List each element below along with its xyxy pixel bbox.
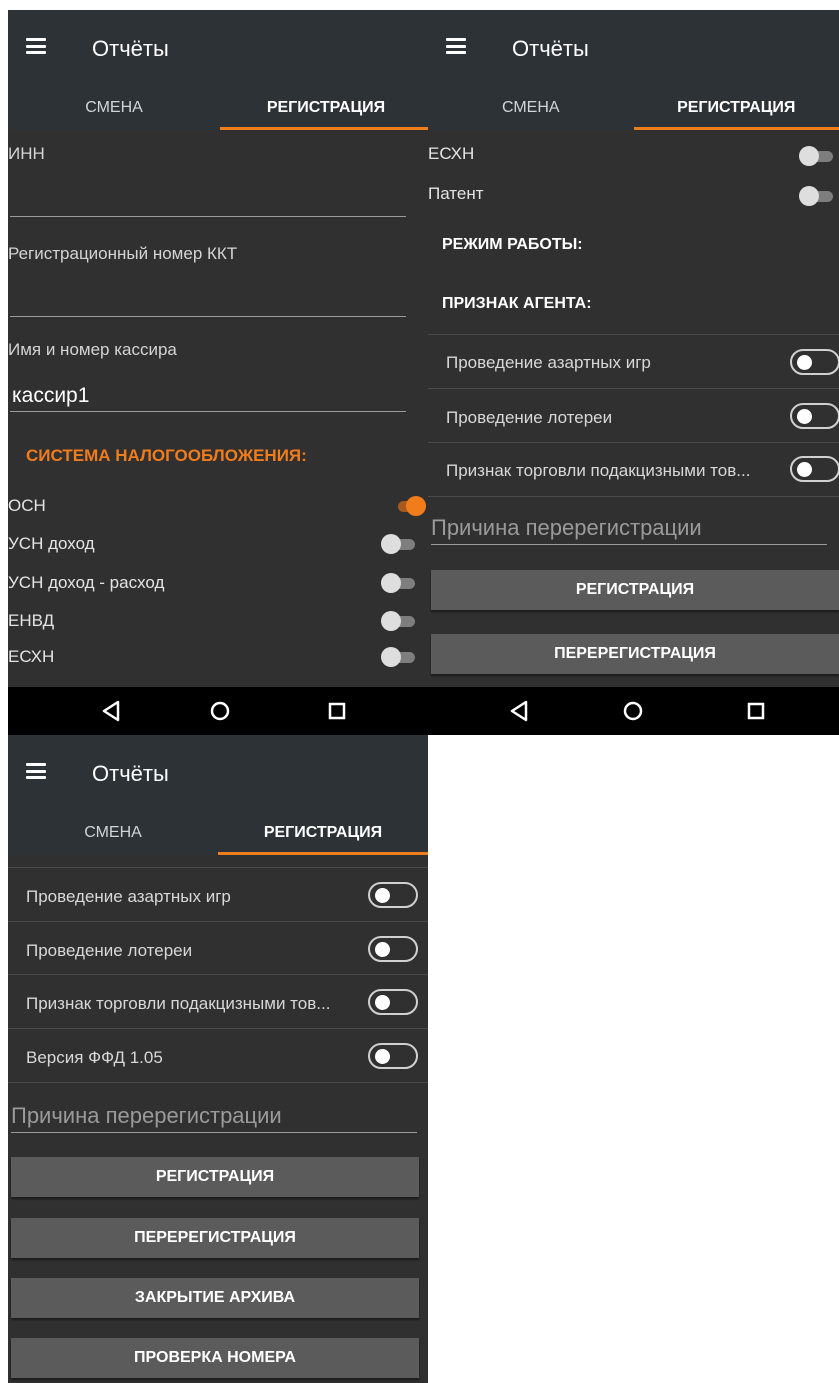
tax-option-eskhn-switch[interactable]	[381, 647, 415, 667]
mode-gambling-switch[interactable]	[790, 349, 839, 375]
page-title: Отчёты	[512, 36, 589, 61]
reregistration-reason-input[interactable]: Причина перерегистрации	[11, 1103, 282, 1129]
divider	[8, 974, 428, 975]
mode-gambling-label: Проведение азартных игр	[446, 353, 651, 372]
reregistration-reason-input[interactable]: Причина перерегистрации	[431, 515, 702, 541]
divider	[428, 442, 839, 443]
mode-lottery-switch[interactable]	[790, 403, 839, 429]
inn-label: ИНН	[8, 144, 45, 163]
check-number-button[interactable]: ПРОВЕРКА НОМЕРА	[11, 1338, 419, 1378]
work-mode-title: РЕЖИМ РАБОТЫ:	[442, 236, 583, 253]
inn-input[interactable]	[8, 174, 428, 214]
mode-lottery-label: Проведение лотереи	[26, 941, 193, 960]
home-icon[interactable]	[622, 687, 644, 735]
divider	[8, 921, 428, 922]
close-archive-button[interactable]: ЗАКРЫТИЕ АРХИВА	[11, 1278, 419, 1318]
reregistration-reason-underline	[431, 544, 827, 545]
tax-system-title: СИСТЕМА НАЛОГООБЛОЖЕНИЯ:	[26, 446, 307, 465]
mode-excise-goods-switch[interactable]	[368, 989, 418, 1015]
mode-excise-goods-label: Признак торговли подакцизными тов...	[26, 994, 331, 1013]
tab-indicator	[220, 127, 432, 130]
cashier-input[interactable]: кассир1	[12, 384, 89, 408]
page-title: Отчёты	[92, 761, 169, 786]
mode-gambling-switch[interactable]	[368, 882, 418, 908]
tab-smena[interactable]: СМЕНА	[8, 86, 220, 130]
tax-option-usn-income-expense-switch[interactable]	[381, 573, 415, 593]
tax-option-patent-switch[interactable]	[799, 186, 833, 206]
ffd-version-label: Версия ФФД 1.05	[26, 1048, 163, 1067]
page-title: Отчёты	[92, 36, 169, 61]
tax-option-osn-switch[interactable]	[392, 496, 426, 516]
mode-excise-goods-label: Признак торговли подакцизными тов...	[446, 461, 751, 480]
tab-smena[interactable]: СМЕНА	[428, 86, 634, 130]
kkt-reg-number-underline	[10, 316, 406, 317]
app-bar: Отчёты СМЕНА РЕГИСТРАЦИЯ	[8, 735, 428, 855]
registration-button[interactable]: РЕГИСТРАЦИЯ	[11, 1157, 419, 1197]
back-icon[interactable]	[100, 687, 122, 735]
screen-registration-part2: Отчёты СМЕНА РЕГИСТРАЦИЯ ЕСХН Патент РЕЖ…	[428, 10, 839, 735]
divider	[428, 388, 839, 389]
tax-option-eskhn-label: ЕСХН	[8, 647, 55, 666]
mode-gambling-label: Проведение азартных игр	[26, 887, 231, 906]
recent-apps-icon[interactable]	[327, 687, 347, 735]
tax-option-envd-label: ЕНВД	[8, 611, 55, 630]
divider	[8, 1082, 428, 1083]
tax-option-envd-switch[interactable]	[381, 611, 415, 631]
divider	[428, 334, 839, 335]
tax-option-usn-income-switch[interactable]	[381, 534, 415, 554]
cashier-label: Имя и номер кассира	[8, 340, 177, 359]
reregistration-button[interactable]: ПЕРЕРЕГИСТРАЦИЯ	[11, 1218, 419, 1258]
divider	[428, 496, 839, 497]
home-icon[interactable]	[209, 687, 231, 735]
cashier-input-underline	[10, 411, 406, 412]
tax-option-eskhn-switch[interactable]	[799, 146, 833, 166]
tab-indicator	[218, 852, 428, 855]
tax-option-usn-income-label: УСН доход	[8, 534, 95, 553]
hamburger-menu-icon[interactable]	[26, 763, 46, 779]
tax-option-osn-label: ОСН	[8, 496, 46, 515]
reregistration-button[interactable]: ПЕРЕРЕГИСТРАЦИЯ	[431, 634, 839, 674]
hamburger-menu-icon[interactable]	[26, 38, 46, 54]
agent-sign-title: ПРИЗНАК АГЕНТА:	[442, 295, 592, 312]
hamburger-menu-icon[interactable]	[446, 38, 466, 54]
recent-apps-icon[interactable]	[746, 687, 766, 735]
app-bar: Отчёты СМЕНА РЕГИСТРАЦИЯ	[428, 10, 839, 130]
registration-button[interactable]: РЕГИСТРАЦИЯ	[431, 570, 839, 610]
tab-registration[interactable]: РЕГИСТРАЦИЯ	[218, 811, 428, 855]
tax-option-usn-income-expense-label: УСН доход - расход	[8, 573, 165, 592]
mode-excise-goods-switch[interactable]	[790, 456, 839, 482]
system-nav-bar	[8, 687, 432, 735]
app-bar: Отчёты СМЕНА РЕГИСТРАЦИЯ	[8, 10, 432, 130]
tab-indicator	[633, 127, 839, 130]
tab-smena[interactable]: СМЕНА	[8, 811, 218, 855]
mode-lottery-switch[interactable]	[368, 936, 418, 962]
back-icon[interactable]	[508, 687, 530, 735]
mode-lottery-label: Проведение лотереи	[446, 408, 613, 427]
tax-option-eskhn-label: ЕСХН	[428, 144, 475, 163]
ffd-version-switch[interactable]	[368, 1043, 418, 1069]
divider	[8, 1028, 428, 1029]
reregistration-reason-underline	[11, 1132, 417, 1133]
system-nav-bar	[428, 687, 839, 735]
kkt-reg-number-input[interactable]	[8, 274, 428, 314]
tab-registration[interactable]: РЕГИСТРАЦИЯ	[634, 86, 839, 130]
kkt-reg-number-label: Регистрационный номер ККТ	[8, 244, 238, 263]
inn-input-underline	[10, 216, 406, 217]
tax-option-patent-label: Патент	[428, 184, 484, 203]
screen-registration-part3: Отчёты СМЕНА РЕГИСТРАЦИЯ Проведение азар…	[8, 735, 428, 1383]
divider	[8, 867, 428, 868]
screen-registration-part1: Отчёты СМЕНА РЕГИСТРАЦИЯ ИНН Регистрацио…	[8, 10, 432, 735]
tab-registration[interactable]: РЕГИСТРАЦИЯ	[220, 86, 432, 130]
